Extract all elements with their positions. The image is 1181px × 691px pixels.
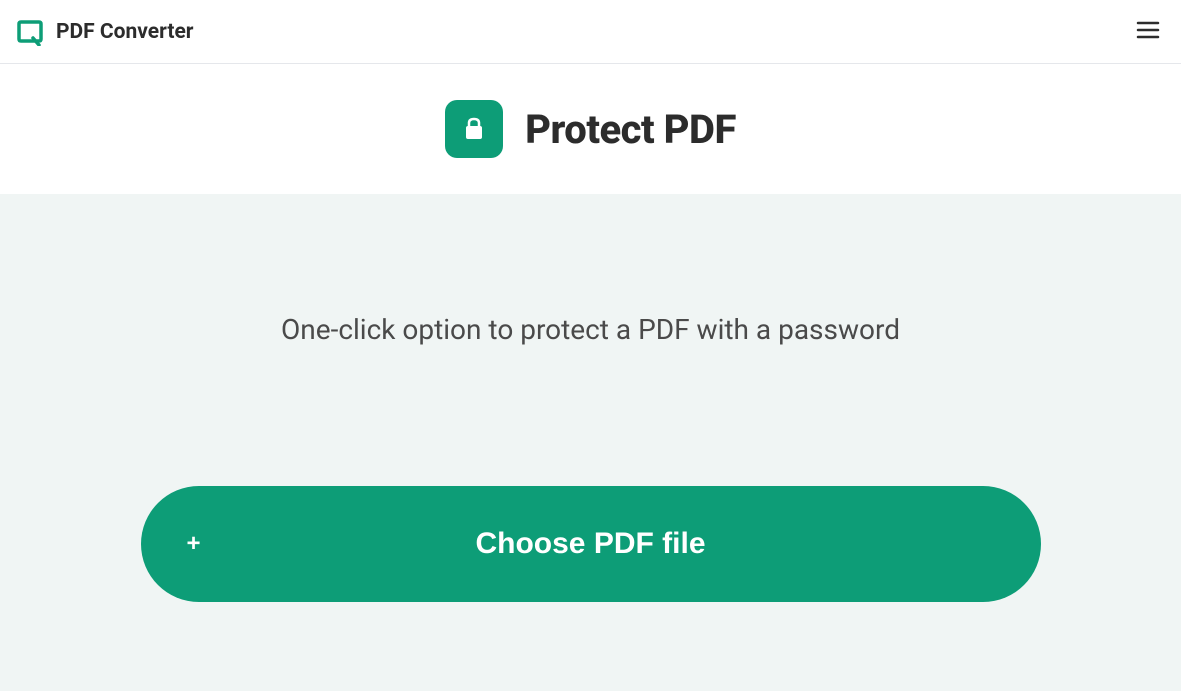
lock-icon [459, 114, 489, 144]
plus-icon: + [187, 530, 201, 558]
main-area: One-click option to protect a PDF with a… [0, 194, 1181, 691]
page-title-section: Protect PDF [0, 64, 1181, 194]
logo-section[interactable]: PDF Converter [16, 18, 193, 46]
hamburger-icon [1135, 17, 1161, 43]
menu-button[interactable] [1131, 13, 1165, 51]
site-title: PDF Converter [56, 20, 193, 44]
page-description: One-click option to protect a PDF with a… [281, 313, 900, 346]
logo-icon [16, 18, 44, 46]
page-title: Protect PDF [525, 106, 736, 153]
choose-file-label: Choose PDF file [141, 527, 1041, 561]
header: PDF Converter [0, 0, 1181, 64]
lock-badge [445, 100, 503, 158]
choose-file-button[interactable]: + Choose PDF file [141, 486, 1041, 602]
